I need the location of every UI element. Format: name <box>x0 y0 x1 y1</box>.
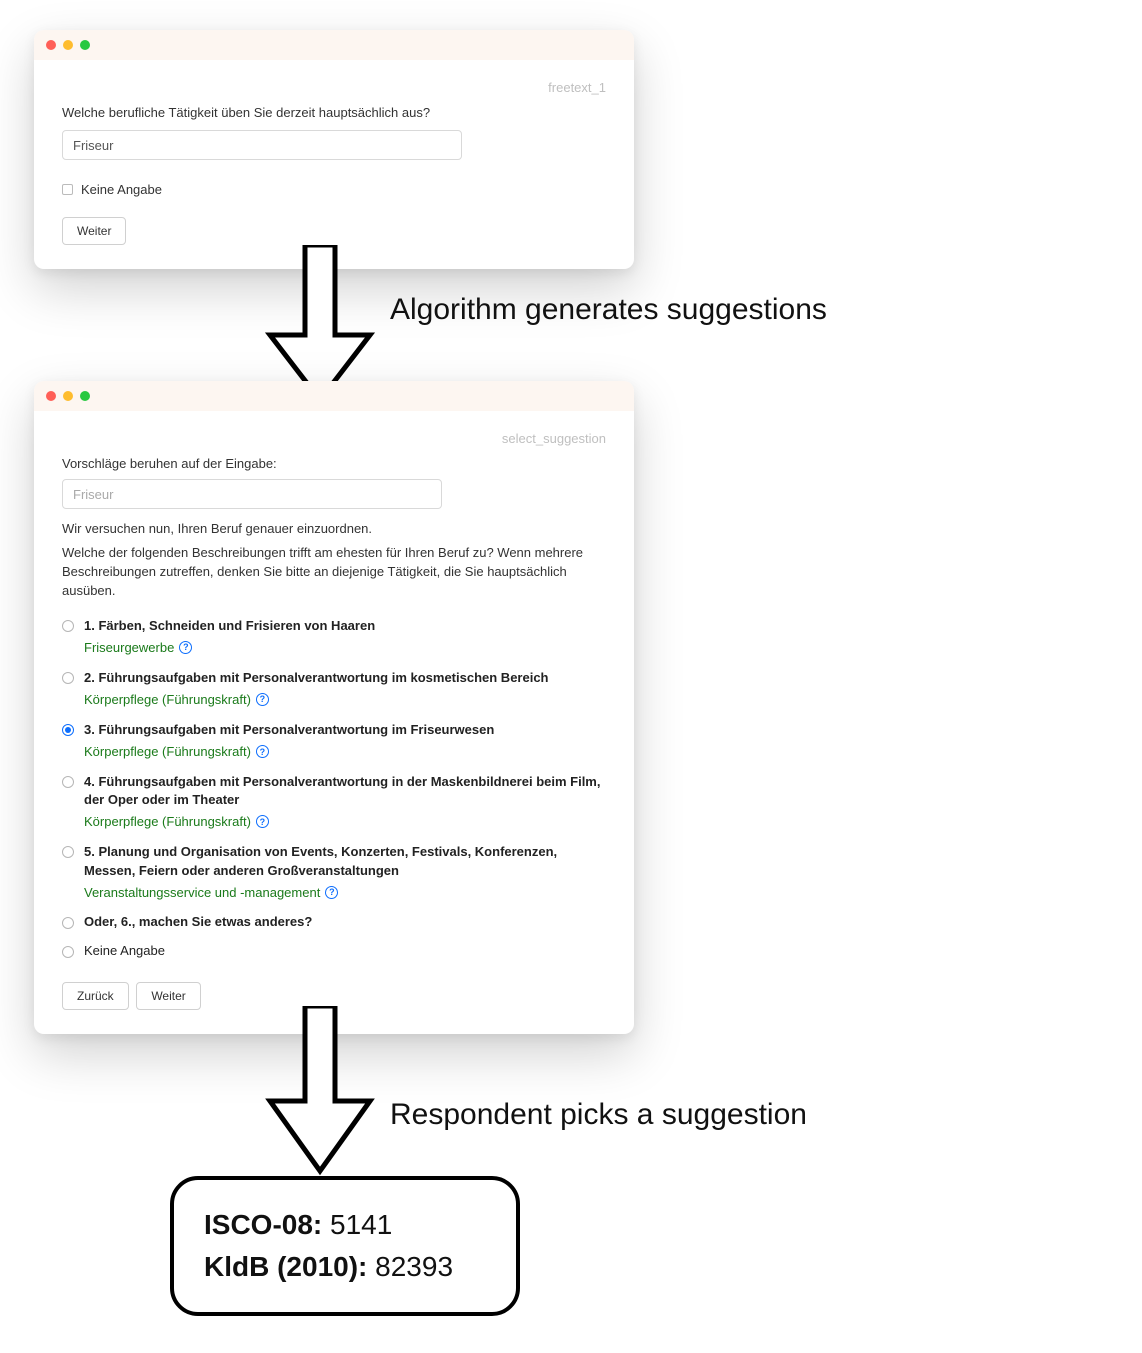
suggestion-radio[interactable] <box>62 846 74 858</box>
window-select-suggestion: select_suggestion Vorschläge beruhen auf… <box>34 381 634 1034</box>
suggestion-category: Körperpflege (Führungskraft) <box>84 814 251 829</box>
back-button[interactable]: Zurück <box>62 982 129 1010</box>
other-option-radio[interactable] <box>62 917 74 929</box>
suggestion-title: 2. Führungsaufgaben mit Personalverantwo… <box>84 669 549 687</box>
previous-input-display <box>62 479 442 509</box>
suggestion-title: 5. Planung und Organisation von Events, … <box>84 843 606 879</box>
arrow-label-1: Algorithm generates suggestions <box>390 293 827 327</box>
no-answer-checkbox[interactable] <box>62 184 73 195</box>
close-icon[interactable] <box>46 40 56 50</box>
suggestion-category: Körperpflege (Führungskraft) <box>84 744 251 759</box>
kldb-value: 82393 <box>375 1251 453 1282</box>
suggestion-option: 1. Färben, Schneiden und Frisieren von H… <box>62 617 606 655</box>
minimize-icon[interactable] <box>63 40 73 50</box>
suggestion-radio[interactable] <box>62 620 74 632</box>
suggestion-option: 5. Planung und Organisation von Events, … <box>62 843 606 899</box>
suggestion-title: 4. Führungsaufgaben mit Personalverantwo… <box>84 773 606 809</box>
intro-label-1: Vorschläge beruhen auf der Eingabe: <box>62 456 606 471</box>
close-icon[interactable] <box>46 391 56 401</box>
no-answer-label: Keine Angabe <box>84 943 165 958</box>
suggestion-category: Friseurgewerbe <box>84 640 174 655</box>
window-titlebar <box>34 381 634 411</box>
suggestion-radio[interactable] <box>62 776 74 788</box>
arrow-picks: Respondent picks a suggestion <box>260 1006 1142 1176</box>
minimize-icon[interactable] <box>63 391 73 401</box>
help-icon[interactable]: ? <box>256 745 269 758</box>
help-icon[interactable]: ? <box>325 886 338 899</box>
no-answer-label: Keine Angabe <box>81 182 162 197</box>
help-icon[interactable]: ? <box>179 641 192 654</box>
window-freetext: freetext_1 Welche berufliche Tätigkeit ü… <box>34 30 634 269</box>
next-button[interactable]: Weiter <box>136 982 200 1010</box>
isco-key: ISCO-08: <box>204 1209 322 1240</box>
help-icon[interactable]: ? <box>256 693 269 706</box>
intro-label-2: Wir versuchen nun, Ihren Beruf genauer e… <box>62 521 606 536</box>
suggestion-category: Körperpflege (Führungskraft) <box>84 692 251 707</box>
suggestion-radio[interactable] <box>62 724 74 736</box>
kldb-key: KldB (2010): <box>204 1251 367 1282</box>
suggestion-option: 3. Führungsaufgaben mit Personalverantwo… <box>62 721 606 759</box>
occupation-input[interactable] <box>62 130 462 160</box>
zoom-icon[interactable] <box>80 40 90 50</box>
next-button[interactable]: Weiter <box>62 217 126 245</box>
suggestion-option: 2. Führungsaufgaben mit Personalverantwo… <box>62 669 606 707</box>
arrow-label-2: Respondent picks a suggestion <box>390 1098 807 1132</box>
suggestion-title: 1. Färben, Schneiden und Frisieren von H… <box>84 617 375 635</box>
window-titlebar <box>34 30 634 60</box>
suggestion-title: 3. Führungsaufgaben mit Personalverantwo… <box>84 721 494 739</box>
screen-id-label: freetext_1 <box>62 80 606 95</box>
zoom-icon[interactable] <box>80 391 90 401</box>
no-answer-radio[interactable] <box>62 946 74 958</box>
isco-value: 5141 <box>330 1209 392 1240</box>
suggestion-category: Veranstaltungsservice und -management <box>84 885 320 900</box>
question-label: Welche berufliche Tätigkeit üben Sie der… <box>62 105 606 120</box>
intro-label-3: Welche der folgenden Beschreibungen trif… <box>62 544 606 601</box>
suggestion-radio[interactable] <box>62 672 74 684</box>
screen-id-label: select_suggestion <box>62 431 606 446</box>
suggestion-option: 4. Führungsaufgaben mit Personalverantwo… <box>62 773 606 829</box>
other-option-label: Oder, 6., machen Sie etwas anderes? <box>84 914 312 929</box>
result-codes-box: ISCO-08: 5141 KldB (2010): 82393 <box>170 1176 520 1316</box>
help-icon[interactable]: ? <box>256 815 269 828</box>
